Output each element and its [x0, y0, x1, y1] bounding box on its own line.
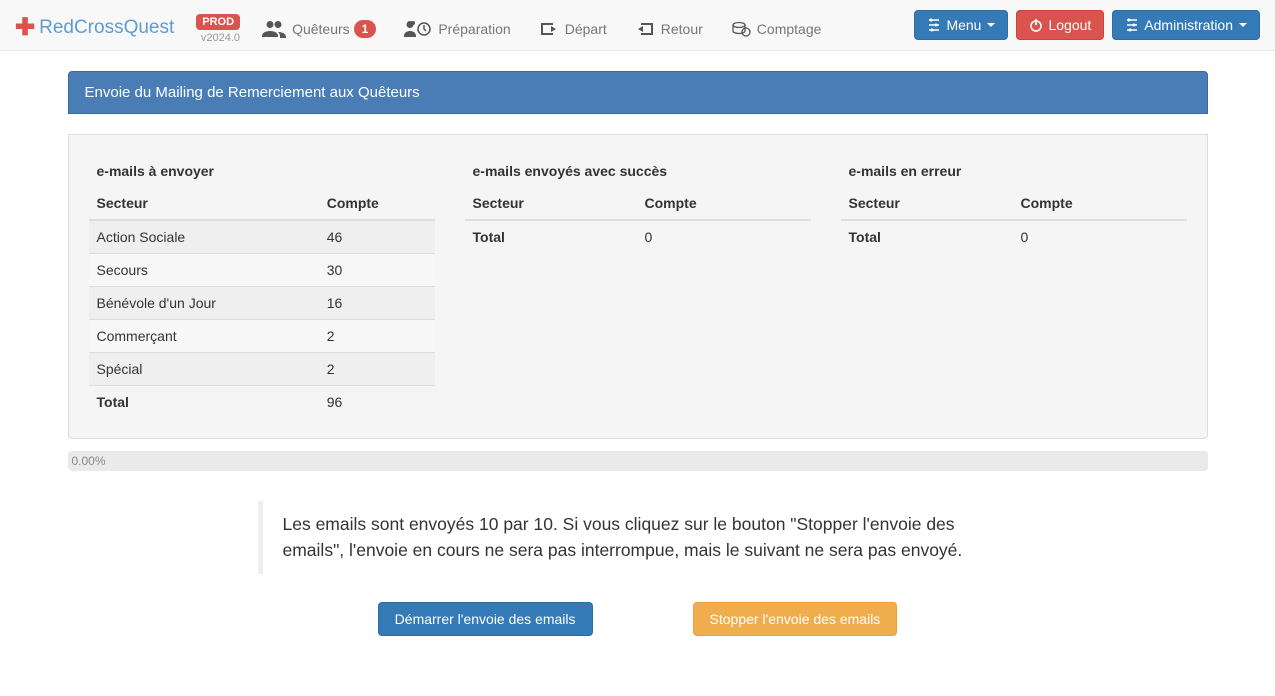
nav-queteurs[interactable]: Quêteurs 1: [248, 6, 390, 38]
nav-preparation-label: Préparation: [438, 21, 510, 37]
caret-icon: [1239, 23, 1247, 27]
nav-preparation[interactable]: Préparation: [390, 6, 524, 38]
version-label: v2024.0: [201, 32, 240, 44]
th-secteur: Secteur: [465, 187, 637, 220]
nav-comptage[interactable]: Comptage: [717, 7, 836, 37]
action-buttons: Démarrer l'envoie des emails Stopper l'e…: [258, 602, 1018, 636]
main-container: Envoie du Mailing de Remerciement aux Qu…: [68, 51, 1208, 656]
to-send-title: e-mails à envoyer: [89, 155, 435, 187]
people-icon: [262, 20, 286, 38]
logout-button[interactable]: Logout: [1016, 10, 1104, 40]
sliders-icon: [1125, 18, 1139, 32]
th-compte: Compte: [319, 187, 435, 220]
admin-label: Administration: [1144, 17, 1233, 33]
table-row: Spécial2: [89, 353, 435, 386]
progress-bar: 0.00%: [68, 451, 1208, 471]
info-block: Les emails sont envoyés 10 par 10. Si vo…: [258, 501, 1018, 636]
table-row: Secours30: [89, 254, 435, 287]
sliders-icon: [927, 18, 941, 32]
col-errors: e-mails en erreur Secteur Compte Total0: [841, 155, 1187, 418]
cross-icon: ✚: [15, 16, 35, 40]
th-secteur: Secteur: [841, 187, 1013, 220]
th-compte: Compte: [1013, 187, 1187, 220]
brand-name: RedCrossQuest: [39, 17, 174, 39]
progress-label: 0.00%: [72, 454, 106, 468]
page-heading: Envoie du Mailing de Remerciement aux Qu…: [68, 71, 1208, 114]
errors-title: e-mails en erreur: [841, 155, 1187, 187]
nav-retour[interactable]: Retour: [621, 7, 717, 37]
errors-table: Secteur Compte Total0: [841, 187, 1187, 253]
env-version: PROD v2024.0: [186, 0, 240, 44]
nav-retour-label: Retour: [661, 21, 703, 37]
table-row: Bénévole d'un Jour16: [89, 287, 435, 320]
nav-queteurs-label: Quêteurs: [292, 21, 350, 37]
col-sent: e-mails envoyés avec succès Secteur Comp…: [465, 155, 811, 418]
nav-comptage-label: Comptage: [757, 21, 822, 37]
comptage-icon: [731, 21, 751, 37]
navbar-left: ✚ RedCrossQuest PROD v2024.0 Quêteurs 1: [15, 0, 835, 44]
menu-label: Menu: [946, 17, 981, 33]
stats-panel: e-mails à envoyer Secteur Compte Action …: [68, 134, 1208, 439]
total-row: Total0: [465, 220, 811, 253]
nav-depart[interactable]: Départ: [525, 7, 621, 37]
depart-icon: [539, 21, 559, 37]
queteurs-badge: 1: [354, 20, 377, 38]
total-row: Total96: [89, 386, 435, 419]
admin-button[interactable]: Administration: [1112, 10, 1260, 40]
table-row: Commerçant2: [89, 320, 435, 353]
nav-depart-label: Départ: [565, 21, 607, 37]
total-row: Total0: [841, 220, 1187, 253]
power-icon: [1029, 18, 1043, 32]
env-badge: PROD: [196, 14, 240, 30]
to-send-table: Secteur Compte Action Sociale46 Secours3…: [89, 187, 435, 418]
caret-icon: [987, 23, 995, 27]
th-secteur: Secteur: [89, 187, 319, 220]
table-row: Action Sociale46: [89, 220, 435, 254]
col-to-send: e-mails à envoyer Secteur Compte Action …: [89, 155, 435, 418]
navbar-right: Menu Logout Administration: [914, 0, 1260, 50]
start-sending-button[interactable]: Démarrer l'envoie des emails: [378, 602, 593, 636]
brand-link[interactable]: ✚ RedCrossQuest: [15, 4, 184, 40]
info-quote: Les emails sont envoyés 10 par 10. Si vo…: [258, 501, 1018, 574]
top-navbar: ✚ RedCrossQuest PROD v2024.0 Quêteurs 1: [0, 0, 1275, 51]
sent-title: e-mails envoyés avec succès: [465, 155, 811, 187]
sent-table: Secteur Compte Total0: [465, 187, 811, 253]
preparation-icon: [404, 20, 432, 38]
retour-icon: [635, 21, 655, 37]
menu-button[interactable]: Menu: [914, 10, 1008, 40]
th-compte: Compte: [637, 187, 811, 220]
stop-sending-button[interactable]: Stopper l'envoie des emails: [693, 602, 898, 636]
logout-label: Logout: [1048, 17, 1091, 33]
